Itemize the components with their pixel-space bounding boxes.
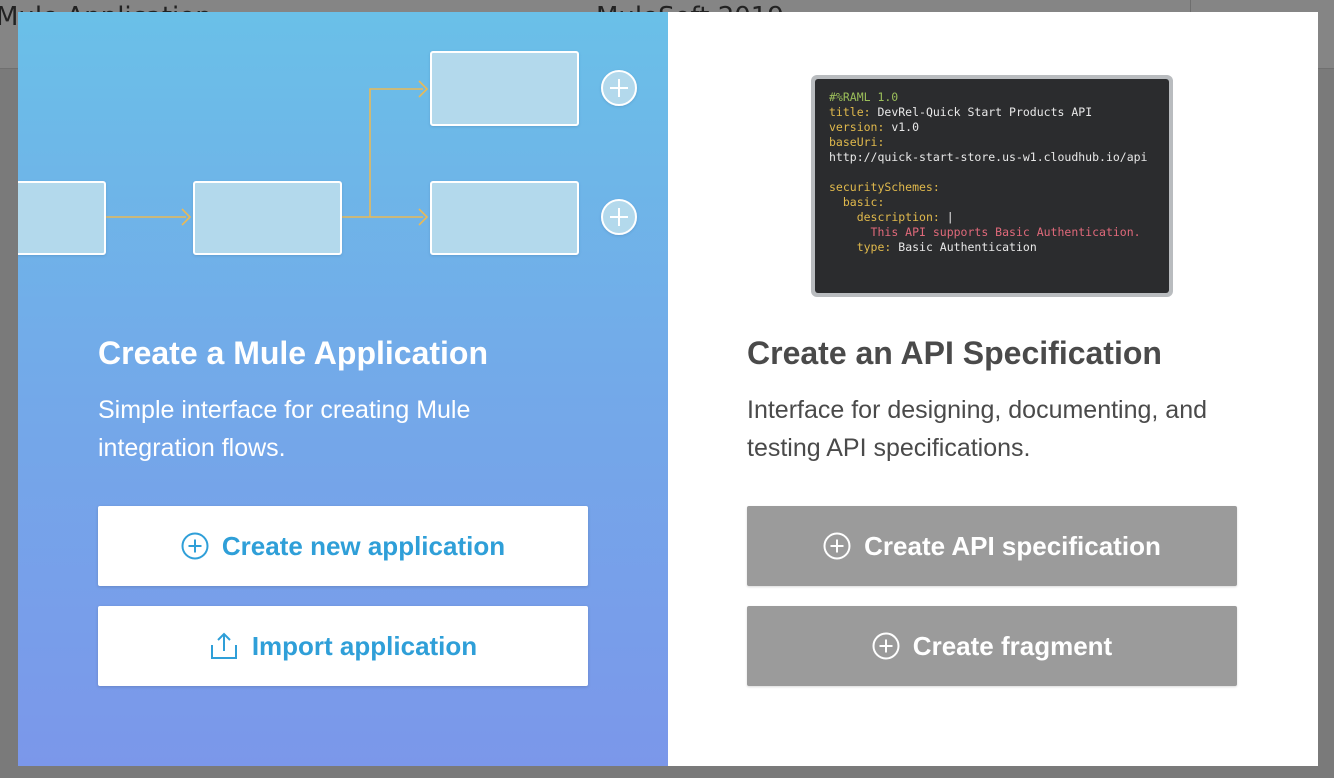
plus-circle-icon bbox=[823, 532, 851, 560]
raml-code: #%RAML 1.0 title: DevRel-Quick Start Pro… bbox=[829, 90, 1148, 254]
create-fragment-button[interactable]: Create fragment bbox=[747, 606, 1237, 686]
create-new-application-label: Create new application bbox=[221, 530, 506, 561]
flow-add-icon bbox=[601, 199, 637, 235]
api-panel-title: Create an API Specification bbox=[747, 335, 1162, 371]
create-new-application-button[interactable]: Create new application bbox=[98, 506, 588, 586]
flow-node-source bbox=[18, 181, 106, 255]
flow-node-target-top bbox=[430, 51, 579, 126]
create-fragment-label: Create fragment bbox=[912, 630, 1113, 661]
raml-code-preview: #%RAML 1.0 title: DevRel-Quick Start Pro… bbox=[811, 75, 1173, 297]
plus-circle-icon bbox=[872, 632, 900, 660]
create-api-specification-label: Create API specification bbox=[864, 530, 1161, 561]
mule-panel-description: Simple interface for creating Mule integ… bbox=[98, 396, 471, 462]
mule-application-panel: Create a Mule Application Simple interfa… bbox=[18, 12, 668, 766]
create-dialog: Create a Mule Application Simple interfa… bbox=[18, 12, 1318, 766]
plus-circle-icon bbox=[181, 532, 209, 560]
flow-illustration bbox=[18, 51, 637, 255]
api-specification-panel: #%RAML 1.0 title: DevRel-Quick Start Pro… bbox=[668, 12, 1318, 766]
flow-add-icon bbox=[601, 70, 637, 106]
upload-icon bbox=[209, 631, 239, 661]
import-application-label: Import application bbox=[251, 630, 478, 661]
flow-node-router bbox=[193, 181, 342, 255]
mule-panel-title: Create a Mule Application bbox=[98, 335, 488, 371]
flow-node-target-bottom bbox=[430, 181, 579, 255]
import-application-button[interactable]: Import application bbox=[98, 606, 588, 686]
create-api-specification-button[interactable]: Create API specification bbox=[747, 506, 1237, 586]
api-panel-description: Interface for designing, documenting, an… bbox=[747, 396, 1208, 462]
